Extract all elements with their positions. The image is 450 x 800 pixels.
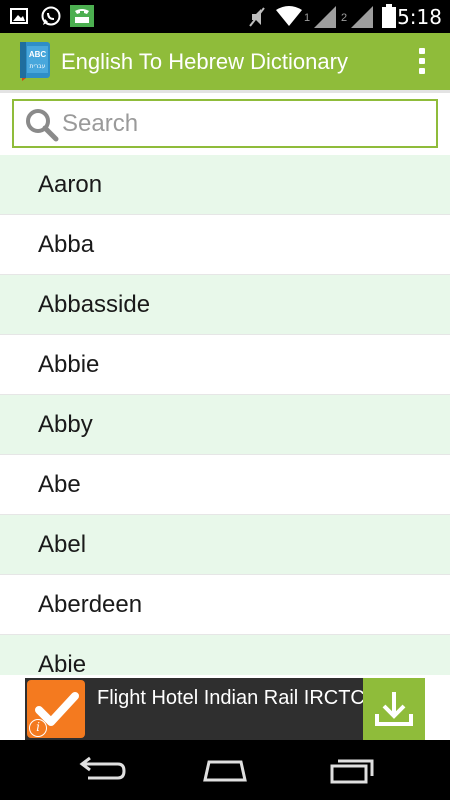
word-list[interactable]: Aaron Abba Abbasside Abbie Abby Abe Abel… bbox=[0, 155, 450, 675]
list-item[interactable]: Aaron bbox=[0, 155, 450, 215]
ad-text[interactable]: Flight Hotel Indian Rail IRCTC bbox=[97, 687, 367, 710]
ad-banner[interactable]: i Flight Hotel Indian Rail IRCTC bbox=[25, 678, 425, 740]
status-bar: 1 2 5:18 bbox=[0, 0, 450, 33]
app-logo-text-top: ABC bbox=[29, 50, 47, 59]
navigation-bar bbox=[0, 740, 450, 800]
sim1-label: 1 bbox=[304, 12, 311, 24]
search-input[interactable] bbox=[62, 109, 422, 139]
list-item[interactable]: Abe bbox=[0, 455, 450, 515]
app-logo-text-bottom: עברית bbox=[30, 63, 46, 70]
ad-download-button[interactable] bbox=[363, 678, 425, 740]
whatsapp-icon bbox=[41, 6, 61, 26]
search-icon bbox=[26, 109, 59, 142]
status-time: 5:18 bbox=[397, 5, 442, 29]
app-action-bar: ABC עברית English To Hebrew Dictionary bbox=[0, 33, 450, 90]
battery-icon bbox=[382, 4, 396, 28]
list-item[interactable]: Abby bbox=[0, 395, 450, 455]
list-item[interactable]: Abbie bbox=[0, 335, 450, 395]
ad-info-icon[interactable]: i bbox=[29, 719, 47, 737]
list-item[interactable]: Abbasside bbox=[0, 275, 450, 335]
signal-icon bbox=[314, 6, 336, 28]
signal-icon bbox=[351, 6, 373, 28]
back-icon[interactable] bbox=[70, 754, 130, 788]
list-item[interactable]: Abie bbox=[0, 635, 450, 675]
action-bar-shadow bbox=[0, 90, 450, 93]
overflow-menu-icon[interactable] bbox=[418, 48, 426, 76]
search-box[interactable] bbox=[12, 99, 438, 148]
download-icon bbox=[375, 692, 413, 726]
app-logo-icon: ABC עברית bbox=[20, 42, 50, 81]
home-icon[interactable] bbox=[195, 754, 255, 788]
gallery-icon bbox=[10, 8, 28, 24]
wifi-icon bbox=[276, 6, 302, 26]
list-item[interactable]: Aberdeen bbox=[0, 575, 450, 635]
app-title: English To Hebrew Dictionary bbox=[61, 49, 348, 74]
call-icon bbox=[70, 5, 94, 27]
recent-apps-icon[interactable] bbox=[322, 754, 382, 788]
list-item[interactable]: Abel bbox=[0, 515, 450, 575]
sim2-label: 2 bbox=[341, 12, 348, 24]
list-item[interactable]: Abba bbox=[0, 215, 450, 275]
mute-icon bbox=[249, 7, 265, 27]
